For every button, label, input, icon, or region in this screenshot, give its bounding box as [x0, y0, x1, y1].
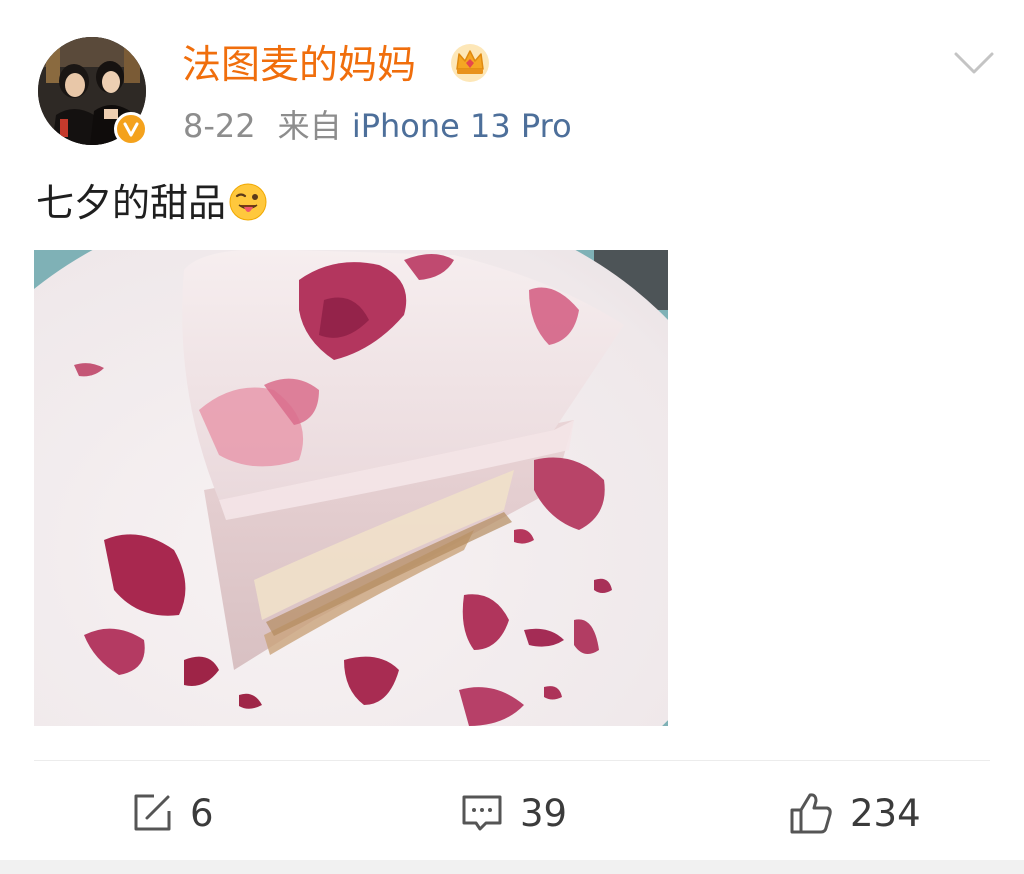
- repost-button[interactable]: 6: [130, 786, 214, 840]
- chevron-down-icon[interactable]: [952, 48, 996, 78]
- crown-vip-icon[interactable]: [449, 42, 491, 84]
- post-photo[interactable]: [34, 250, 668, 726]
- comment-icon: [462, 795, 502, 831]
- repost-icon: [134, 794, 171, 831]
- like-count: 234: [850, 791, 921, 835]
- post-meta: 8-22 来自 iPhone 13 Pro: [183, 104, 572, 148]
- like-button[interactable]: 234: [788, 786, 921, 840]
- thumbs-up-icon: [790, 793, 832, 834]
- tongue-wink-emoji-icon: [229, 183, 267, 221]
- rose-petal-cake-photo: [34, 250, 668, 726]
- author-name[interactable]: 法图麦的妈妈: [182, 40, 416, 92]
- post-text-content: 七夕的甜品: [36, 181, 227, 225]
- source-device-link[interactable]: iPhone 13 Pro: [352, 107, 572, 145]
- action-divider: [34, 760, 990, 761]
- verified-check-icon: [123, 122, 139, 137]
- comment-button[interactable]: 39: [460, 786, 567, 840]
- weibo-post-card: 法图麦的妈妈 8-22 来自 iPhone 13 Pro 七夕的甜品 6 39 …: [0, 0, 1024, 874]
- verified-badge-icon: [114, 112, 148, 146]
- post-text: 七夕的甜品: [36, 178, 268, 228]
- source-prefix: 来自: [277, 107, 342, 145]
- repost-count: 6: [190, 791, 214, 835]
- comment-count: 39: [520, 791, 568, 835]
- bottom-separator: [0, 860, 1024, 874]
- post-date: 8-22: [183, 107, 256, 145]
